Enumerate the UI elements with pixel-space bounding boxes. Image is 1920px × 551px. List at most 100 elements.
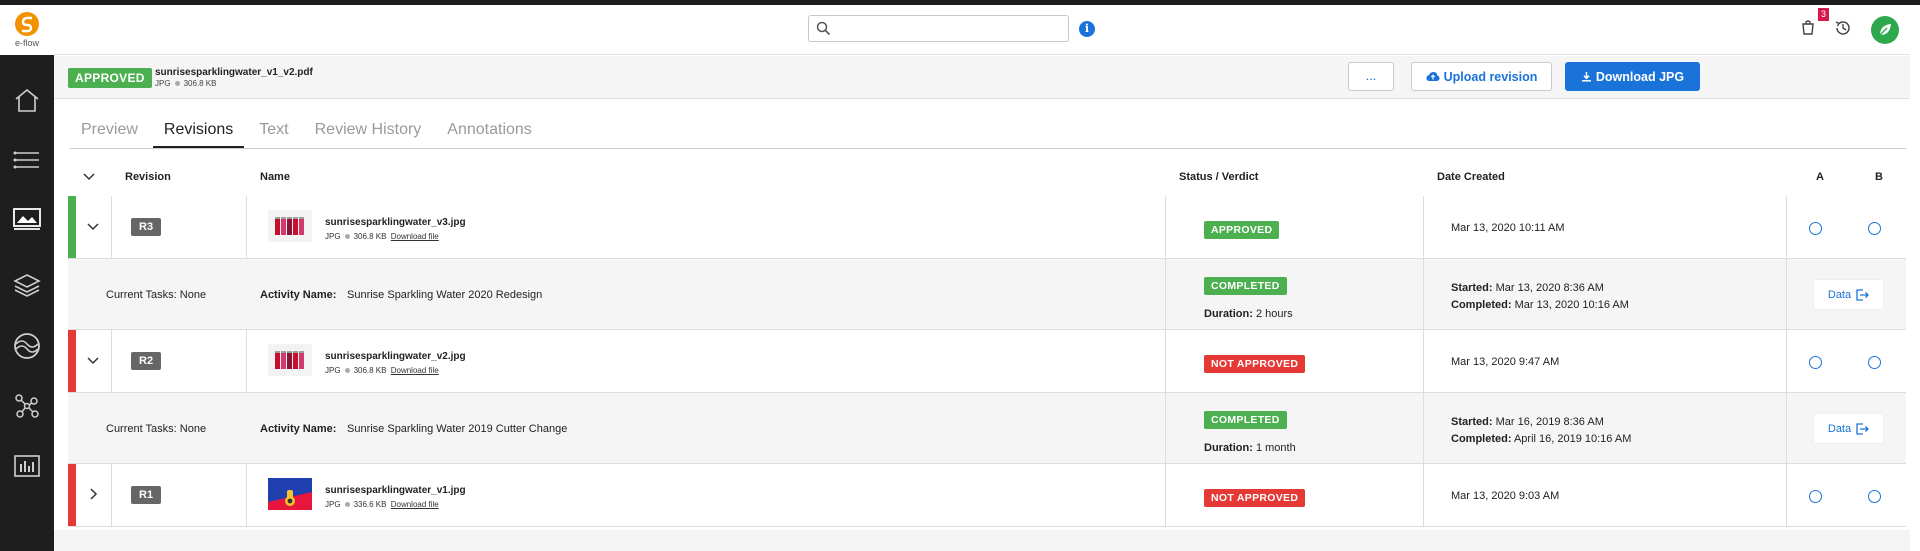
table-row[interactable]: R2 sunrisesparklingwater_v2.jpg JPG 306.8…	[68, 330, 1906, 393]
status-stripe	[68, 464, 76, 526]
leaf-icon	[1879, 24, 1891, 36]
file-name: sunrisesparklingwater_v3.jpg	[325, 217, 466, 228]
task-started: Started: Mar 16, 2019 8:36 AM	[1451, 416, 1604, 428]
column-header-b: B	[1875, 171, 1883, 183]
table-row[interactable]: R1 sunrisesparklingwater_v1.jpg JPG 336.6…	[68, 464, 1906, 527]
app-logo[interactable]: e-flow	[0, 5, 54, 55]
data-export-button[interactable]: Data	[1814, 414, 1883, 443]
compare-a-radio[interactable]	[1809, 356, 1822, 369]
analytics-icon[interactable]	[9, 448, 45, 484]
column-header-name[interactable]: Name	[260, 171, 290, 183]
download-file-link[interactable]: Download file	[391, 500, 439, 509]
column-divider	[1786, 196, 1787, 258]
file-meta: JPG 306.8 KB Download file	[325, 232, 439, 241]
tab-revisions[interactable]: Revisions	[152, 115, 245, 148]
image-gallery-icon[interactable]	[9, 201, 45, 237]
tab-review-history[interactable]: Review History	[304, 115, 433, 148]
table-row[interactable]: R3 sunrisesparklingwater_v3.jpg JPG 306.8…	[68, 196, 1906, 259]
search-input[interactable]	[837, 16, 1062, 41]
globe-waves-icon[interactable]	[9, 328, 45, 364]
verdict-badge: NOT APPROVED	[1204, 489, 1306, 507]
file-type: JPG	[325, 500, 341, 509]
download-file-link[interactable]: Download file	[391, 232, 439, 241]
cloud-upload-icon	[1426, 72, 1440, 81]
file-meta: JPG 336.6 KB Download file	[325, 500, 439, 509]
file-thumbnail[interactable]	[268, 478, 312, 510]
column-divider	[111, 330, 112, 392]
file-name: sunrisesparklingwater_v2.jpg	[325, 351, 466, 362]
column-divider	[1165, 464, 1166, 526]
file-size: 306.8 KB	[353, 366, 387, 375]
column-divider	[246, 330, 247, 392]
layers-icon[interactable]	[9, 267, 45, 303]
row-collapse-toggle[interactable]	[83, 216, 103, 236]
column-divider	[1786, 393, 1787, 463]
compare-b-radio[interactable]	[1868, 356, 1881, 369]
file-type: JPG	[325, 232, 341, 241]
activity-name-label: Activity Name:	[260, 423, 337, 435]
info-icon[interactable]: i	[1079, 21, 1095, 37]
file-thumbnail[interactable]	[268, 344, 312, 376]
started-value: Mar 16, 2019 8:36 AM	[1495, 416, 1604, 428]
file-size: 306.8 KB	[353, 232, 387, 241]
activity-name: Sunrise Sparkling Water 2019 Cutter Chan…	[347, 423, 568, 435]
date-created: Mar 13, 2020 10:11 AM	[1451, 222, 1565, 234]
compare-a-radio[interactable]	[1809, 490, 1822, 503]
upload-revision-label: Upload revision	[1443, 69, 1538, 84]
started-label: Started:	[1451, 282, 1493, 294]
column-divider	[1165, 196, 1166, 258]
collapse-all-toggle[interactable]	[82, 169, 96, 186]
cart-count-badge: 3	[1818, 8, 1829, 21]
file-thumbnail[interactable]	[268, 210, 312, 242]
verdict-badge: APPROVED	[1204, 221, 1280, 239]
list-icon[interactable]	[9, 142, 45, 178]
search-box[interactable]	[808, 15, 1069, 42]
tab-text[interactable]: Text	[248, 115, 299, 148]
cart-icon[interactable]	[1801, 19, 1815, 40]
status-stripe	[68, 196, 76, 258]
started-label: Started:	[1451, 416, 1493, 428]
export-icon	[1856, 423, 1870, 435]
column-header-revision[interactable]: Revision	[125, 171, 171, 183]
download-file-link[interactable]: Download file	[391, 366, 439, 375]
right-edge	[1910, 5, 1920, 551]
status-stripe	[68, 330, 76, 392]
download-jpg-button[interactable]: Download JPG	[1565, 62, 1700, 91]
upload-revision-button[interactable]: Upload revision	[1411, 62, 1552, 91]
sidebar	[0, 5, 54, 551]
history-icon[interactable]	[1834, 19, 1852, 42]
verdict-badge: NOT APPROVED	[1204, 355, 1306, 373]
compare-b-radio[interactable]	[1868, 490, 1881, 503]
data-export-button[interactable]: Data	[1814, 280, 1883, 309]
date-created: Mar 13, 2020 9:03 AM	[1451, 490, 1560, 502]
column-divider	[1423, 330, 1424, 392]
started-value: Mar 13, 2020 8:36 AM	[1495, 282, 1604, 294]
row-collapse-toggle[interactable]	[83, 350, 103, 370]
user-avatar[interactable]	[1871, 16, 1899, 44]
row-expand-toggle[interactable]	[83, 484, 103, 504]
column-header-status[interactable]: Status / Verdict	[1179, 171, 1258, 183]
file-type: JPG	[325, 366, 341, 375]
revision-badge: R3	[131, 218, 162, 236]
column-divider	[1786, 330, 1787, 392]
column-divider	[1423, 464, 1424, 526]
compare-b-radio[interactable]	[1868, 222, 1881, 235]
file-size: 336.6 KB	[353, 500, 387, 509]
completed-value: Mar 13, 2020 10:16 AM	[1514, 299, 1629, 311]
network-icon[interactable]	[9, 388, 45, 424]
activity-name: Sunrise Sparkling Water 2020 Redesign	[347, 289, 543, 301]
column-divider	[1423, 259, 1424, 329]
data-button-label: Data	[1827, 288, 1852, 301]
chevron-down-icon	[87, 357, 99, 365]
compare-a-radio[interactable]	[1809, 222, 1822, 235]
more-actions-button[interactable]: ...	[1348, 62, 1394, 91]
separator-dot	[174, 80, 180, 86]
tab-preview[interactable]: Preview	[70, 115, 149, 148]
tab-annotations[interactable]: Annotations	[436, 115, 543, 148]
asset-file-meta: JPG 306.8 KB	[155, 79, 216, 88]
home-icon[interactable]	[9, 82, 45, 118]
column-divider	[1165, 259, 1166, 329]
separator-dot	[344, 367, 350, 373]
column-header-date-created[interactable]: Date Created	[1437, 171, 1505, 183]
task-detail-row: Current Tasks: None Activity Name: Sunri…	[68, 393, 1906, 464]
